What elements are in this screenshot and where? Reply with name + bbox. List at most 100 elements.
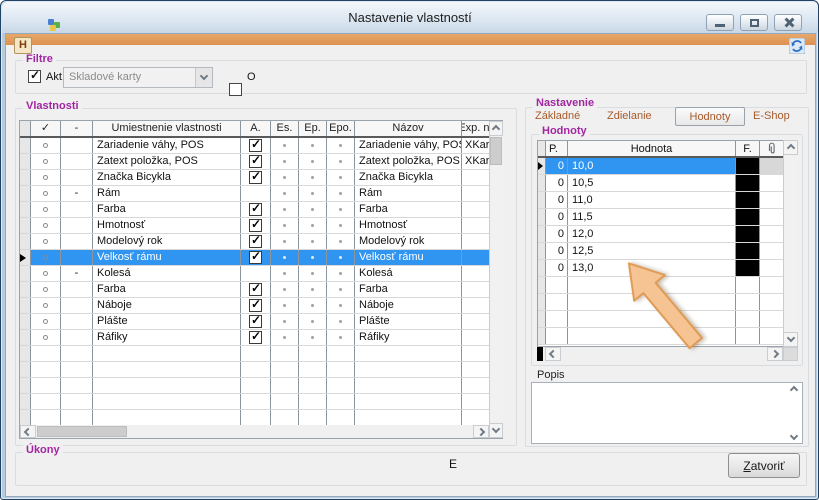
table-row[interactable]: Značka BicyklaZnačka Bicykla bbox=[20, 170, 502, 186]
values-horizontal-scrollbar[interactable] bbox=[537, 347, 783, 361]
value-row[interactable]: 010,0 bbox=[538, 158, 797, 175]
row-selector[interactable] bbox=[538, 158, 546, 174]
ep-cell[interactable] bbox=[299, 266, 327, 281]
header-check[interactable]: ✓ bbox=[31, 121, 61, 136]
row-selector[interactable] bbox=[20, 330, 31, 345]
group-dash-cell[interactable]: - bbox=[61, 266, 93, 281]
es-cell[interactable] bbox=[271, 314, 299, 329]
es-cell[interactable] bbox=[271, 186, 299, 201]
row-selector[interactable] bbox=[20, 250, 31, 265]
row-state-cell[interactable] bbox=[31, 154, 61, 169]
empty-row[interactable] bbox=[20, 362, 502, 378]
row-selector[interactable] bbox=[20, 314, 31, 329]
table-row[interactable]: Zatext položka, POSZatext položka, POSXK… bbox=[20, 154, 502, 170]
epo-cell[interactable] bbox=[327, 186, 355, 201]
scroll-down-icon[interactable] bbox=[489, 423, 503, 438]
placement-cell[interactable]: Plášte bbox=[93, 314, 241, 329]
row-checkbox[interactable] bbox=[249, 219, 262, 232]
placement-cell[interactable]: Modelový rok bbox=[93, 234, 241, 249]
export-name-cell[interactable] bbox=[462, 282, 490, 297]
epo-cell[interactable] bbox=[327, 170, 355, 185]
attachment-cell[interactable] bbox=[760, 209, 784, 225]
scrollbar-thumb[interactable] bbox=[37, 426, 127, 437]
header-f[interactable]: F. bbox=[736, 141, 760, 156]
row-state-cell[interactable] bbox=[31, 138, 61, 153]
ep-cell[interactable] bbox=[299, 202, 327, 217]
export-name-cell[interactable] bbox=[462, 202, 490, 217]
placement-cell[interactable]: Kolesá bbox=[93, 266, 241, 281]
group-dash-cell[interactable]: - bbox=[61, 186, 93, 201]
row-checkbox[interactable] bbox=[249, 283, 262, 296]
scrollbar-thumb[interactable] bbox=[490, 137, 502, 165]
table-row[interactable]: FarbaFarba bbox=[20, 282, 502, 298]
row-selector[interactable] bbox=[20, 218, 31, 233]
name-cell[interactable]: Hmotnosť bbox=[355, 218, 462, 233]
header-ep[interactable]: Ep. bbox=[299, 121, 327, 136]
epo-cell[interactable] bbox=[327, 234, 355, 249]
export-name-cell[interactable] bbox=[462, 170, 490, 185]
value-row[interactable]: 012,5 bbox=[538, 243, 797, 260]
attachment-cell[interactable] bbox=[760, 158, 784, 174]
name-cell[interactable]: Náboje bbox=[355, 298, 462, 313]
name-cell[interactable]: Zatext položka, POS bbox=[355, 154, 462, 169]
attachment-cell[interactable] bbox=[760, 192, 784, 208]
order-cell[interactable]: 0 bbox=[546, 260, 568, 276]
empty-row[interactable] bbox=[20, 394, 502, 410]
ep-cell[interactable] bbox=[299, 170, 327, 185]
empty-row[interactable] bbox=[20, 410, 502, 426]
color-cell[interactable] bbox=[736, 209, 760, 225]
export-name-cell[interactable] bbox=[462, 234, 490, 249]
group-dash-cell[interactable] bbox=[61, 234, 93, 249]
color-cell[interactable] bbox=[736, 260, 760, 276]
value-row[interactable]: 010,5 bbox=[538, 175, 797, 192]
value-cell[interactable]: 10,5 bbox=[568, 175, 736, 191]
order-cell[interactable]: 0 bbox=[546, 175, 568, 191]
placement-cell[interactable]: Náboje bbox=[93, 298, 241, 313]
attachment-cell[interactable] bbox=[760, 226, 784, 242]
h-toolbar-button[interactable]: H bbox=[14, 37, 32, 54]
name-cell[interactable]: Farba bbox=[355, 282, 462, 297]
epo-cell[interactable] bbox=[327, 250, 355, 265]
header-attachment[interactable] bbox=[760, 141, 784, 156]
row-checkbox[interactable] bbox=[249, 235, 262, 248]
row-selector[interactable] bbox=[20, 186, 31, 201]
title-bar[interactable]: Nastavenie vlastností bbox=[2, 2, 818, 33]
es-cell[interactable] bbox=[271, 330, 299, 345]
attachment-cell[interactable] bbox=[760, 243, 784, 259]
row-checkbox[interactable] bbox=[249, 155, 262, 168]
table-row[interactable]: FarbaFarba bbox=[20, 202, 502, 218]
name-cell[interactable]: Ráfiky bbox=[355, 330, 462, 345]
value-cell[interactable]: 12,0 bbox=[568, 226, 736, 242]
table-row[interactable]: Ráfiky Ráfiky bbox=[20, 330, 502, 346]
order-cell[interactable]: 0 bbox=[546, 158, 568, 174]
scroll-up-icon[interactable] bbox=[489, 121, 503, 136]
scroll-right-icon[interactable] bbox=[767, 347, 783, 361]
es-cell[interactable] bbox=[271, 202, 299, 217]
epo-cell[interactable] bbox=[327, 202, 355, 217]
row-checkbox[interactable] bbox=[249, 251, 262, 264]
table-row[interactable]: Náboje Náboje bbox=[20, 298, 502, 314]
row-state-cell[interactable] bbox=[31, 202, 61, 217]
active-cell[interactable] bbox=[241, 266, 271, 281]
row-state-cell[interactable] bbox=[31, 234, 61, 249]
table-row[interactable]: Zariadenie váhy, POSZariadenie váhy, POS… bbox=[20, 138, 502, 154]
ep-cell[interactable] bbox=[299, 186, 327, 201]
active-checkbox[interactable] bbox=[28, 70, 41, 83]
placement-cell[interactable]: Ráfiky bbox=[93, 330, 241, 345]
header-name[interactable]: Názov bbox=[355, 121, 462, 136]
es-cell[interactable] bbox=[271, 154, 299, 169]
row-selector[interactable] bbox=[538, 243, 546, 259]
epo-cell[interactable] bbox=[327, 282, 355, 297]
order-cell[interactable]: 0 bbox=[546, 226, 568, 242]
ep-cell[interactable] bbox=[299, 330, 327, 345]
category-select-arrow[interactable] bbox=[195, 68, 212, 87]
header-value[interactable]: Hodnota bbox=[568, 141, 736, 156]
epo-cell[interactable] bbox=[327, 330, 355, 345]
epo-cell[interactable] bbox=[327, 266, 355, 281]
empty-row[interactable] bbox=[20, 378, 502, 394]
ep-cell[interactable] bbox=[299, 154, 327, 169]
header-a[interactable]: A. bbox=[241, 121, 271, 136]
row-selector[interactable] bbox=[538, 260, 546, 276]
scroll-up-icon[interactable] bbox=[783, 140, 798, 155]
order-cell[interactable]: 0 bbox=[546, 192, 568, 208]
